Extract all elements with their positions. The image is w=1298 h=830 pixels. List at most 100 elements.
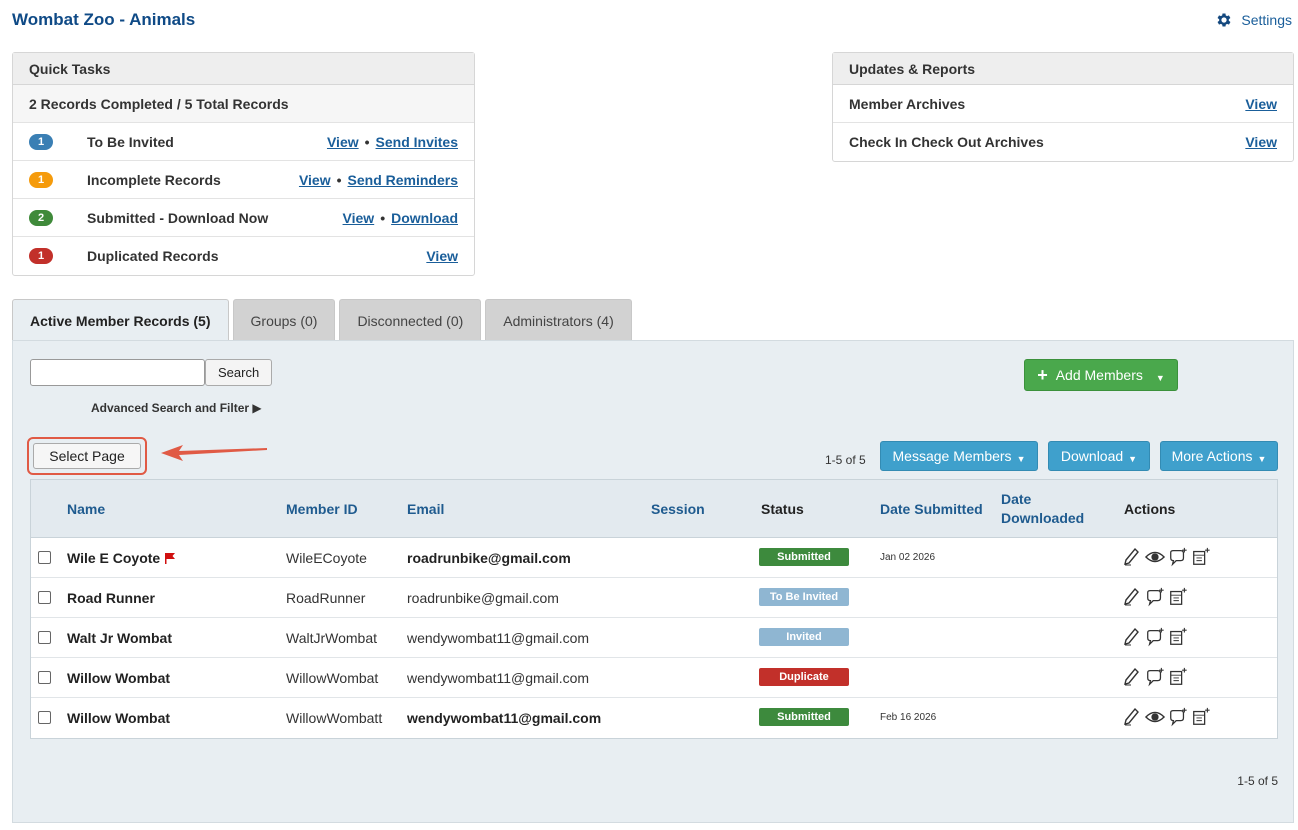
download-label: Download: [1060, 448, 1124, 464]
message-members-button[interactable]: Message Members ▼: [880, 441, 1038, 471]
add-note-icon[interactable]: [1168, 626, 1188, 648]
send-reminders-link[interactable]: Send Reminders: [348, 172, 458, 188]
row-checkbox[interactable]: [38, 671, 51, 684]
status-badge: Invited: [759, 628, 849, 646]
caret-down-icon: ▼: [1128, 454, 1138, 464]
member-id: WileECoyote: [286, 550, 367, 566]
add-members-label: Add Members: [1055, 367, 1143, 383]
edit-pencil-icon[interactable]: [1122, 546, 1142, 568]
col-date-submitted[interactable]: Date Submitted: [880, 501, 983, 517]
caret-down-icon: ▼: [1016, 454, 1026, 464]
add-members-button[interactable]: + Add Members ▼: [1024, 359, 1178, 391]
send-invites-link[interactable]: Send Invites: [376, 134, 458, 150]
row-checkbox[interactable]: [38, 591, 51, 604]
task-links: View • Send Reminders: [299, 172, 458, 188]
view-link[interactable]: View: [343, 210, 375, 226]
add-comment-icon[interactable]: [1145, 626, 1165, 648]
col-session[interactable]: Session: [651, 501, 705, 517]
task-links: View • Send Invites: [327, 134, 458, 150]
tab-disconnected[interactable]: Disconnected (0): [339, 299, 482, 341]
member-name[interactable]: Willow Wombat: [67, 670, 170, 686]
member-name[interactable]: Wile E Coyote: [67, 550, 176, 566]
member-name[interactable]: Walt Jr Wombat: [67, 630, 172, 646]
row-checkbox[interactable]: [38, 711, 51, 724]
view-eye-icon[interactable]: [1145, 706, 1165, 728]
member-id: WillowWombat: [286, 670, 379, 686]
member-name-text: Road Runner: [67, 590, 155, 606]
member-email: roadrunbike@gmail.com: [407, 590, 559, 606]
edit-pencil-icon[interactable]: [1122, 706, 1142, 728]
separator-dot: •: [336, 171, 342, 188]
status-badge: Duplicate: [759, 668, 849, 686]
update-row-member-archives: Member Archives View: [833, 85, 1293, 123]
add-comment-icon[interactable]: [1168, 706, 1188, 728]
table-row: Willow Wombat WillowWombatt wendywombat11@…: [31, 698, 1277, 738]
more-actions-button[interactable]: More Actions ▼: [1160, 441, 1278, 471]
quick-task-row: 1 Duplicated Records View: [13, 237, 474, 275]
download-link[interactable]: Download: [391, 210, 458, 226]
plus-icon: +: [1037, 364, 1048, 385]
settings-link[interactable]: Settings: [1215, 11, 1292, 29]
add-note-icon[interactable]: [1168, 586, 1188, 608]
red-flag-icon: [165, 553, 176, 564]
message-members-label: Message Members: [892, 448, 1012, 464]
col-email[interactable]: Email: [407, 501, 444, 517]
quick-task-row: 1 Incomplete Records View • Send Reminders: [13, 161, 474, 199]
edit-pencil-icon[interactable]: [1122, 666, 1142, 688]
count-badge: 1: [29, 171, 53, 188]
page-count-top: 1-5 of 5: [825, 453, 866, 467]
view-link[interactable]: View: [327, 134, 359, 150]
col-date-downloaded-line1[interactable]: Date: [1001, 491, 1031, 507]
download-button[interactable]: Download ▼: [1048, 441, 1150, 471]
task-label: To Be Invited: [87, 133, 174, 150]
add-note-icon[interactable]: [1168, 666, 1188, 688]
add-comment-icon[interactable]: [1145, 666, 1165, 688]
page-count-bottom: 1-5 of 5: [1237, 774, 1278, 788]
status-badge: To Be Invited: [759, 588, 849, 606]
separator-dot: •: [380, 209, 386, 226]
col-member-id[interactable]: Member ID: [286, 501, 358, 517]
member-id: RoadRunner: [286, 590, 366, 606]
add-comment-icon[interactable]: [1145, 586, 1165, 608]
task-links: View: [426, 248, 458, 264]
search-button[interactable]: Search: [205, 359, 273, 386]
checkinout-archives-view-link[interactable]: View: [1245, 134, 1277, 150]
member-id: WaltJrWombat: [286, 630, 378, 646]
update-row-checkinout-archives: Check In Check Out Archives View: [833, 123, 1293, 161]
member-archives-view-link[interactable]: View: [1245, 96, 1277, 112]
member-email: wendywombat11@gmail.com: [407, 710, 602, 726]
advanced-search-toggle[interactable]: Advanced Search and Filter ▶: [91, 401, 262, 415]
row-checkbox[interactable]: [38, 631, 51, 644]
tab-groups[interactable]: Groups (0): [232, 299, 336, 341]
count-badge: 2: [29, 209, 53, 226]
add-note-icon[interactable]: [1191, 706, 1211, 728]
tab-administrators[interactable]: Administrators (4): [485, 299, 632, 341]
add-comment-icon[interactable]: [1168, 546, 1188, 568]
edit-pencil-icon[interactable]: [1122, 586, 1142, 608]
member-name[interactable]: Willow Wombat: [67, 710, 170, 726]
row-actions: [1122, 626, 1188, 648]
row-actions: [1122, 706, 1211, 728]
table-row: Road Runner RoadRunner roadrunbike@gmail.c…: [31, 578, 1277, 618]
edit-pencil-icon[interactable]: [1122, 626, 1142, 648]
col-status: Status: [761, 501, 804, 517]
task-label: Duplicated Records: [87, 248, 219, 264]
table-row: Wile E Coyote WileECoyote roadrunbike@gmai…: [31, 538, 1277, 578]
add-note-icon[interactable]: [1191, 546, 1211, 568]
select-page-button[interactable]: Select Page: [33, 443, 141, 469]
view-link[interactable]: View: [426, 248, 458, 264]
page-title: Wombat Zoo - Animals: [12, 10, 196, 29]
settings-label: Settings: [1241, 12, 1292, 28]
tab-active-member-records[interactable]: Active Member Records (5): [12, 299, 229, 341]
quick-task-row: 2 Submitted - Download Now View • Download: [13, 199, 474, 237]
view-link[interactable]: View: [299, 172, 331, 188]
updates-title: Updates & Reports: [833, 53, 1293, 85]
view-eye-icon[interactable]: [1145, 546, 1165, 568]
search-input[interactable]: [30, 359, 205, 386]
member-name[interactable]: Road Runner: [67, 590, 155, 606]
row-checkbox[interactable]: [38, 551, 51, 564]
members-table: Name Member ID Email Session Status Date…: [30, 479, 1278, 739]
task-label: Incomplete Records: [87, 171, 221, 188]
col-date-downloaded-line2[interactable]: Downloaded: [1001, 510, 1084, 526]
col-name[interactable]: Name: [67, 501, 105, 517]
